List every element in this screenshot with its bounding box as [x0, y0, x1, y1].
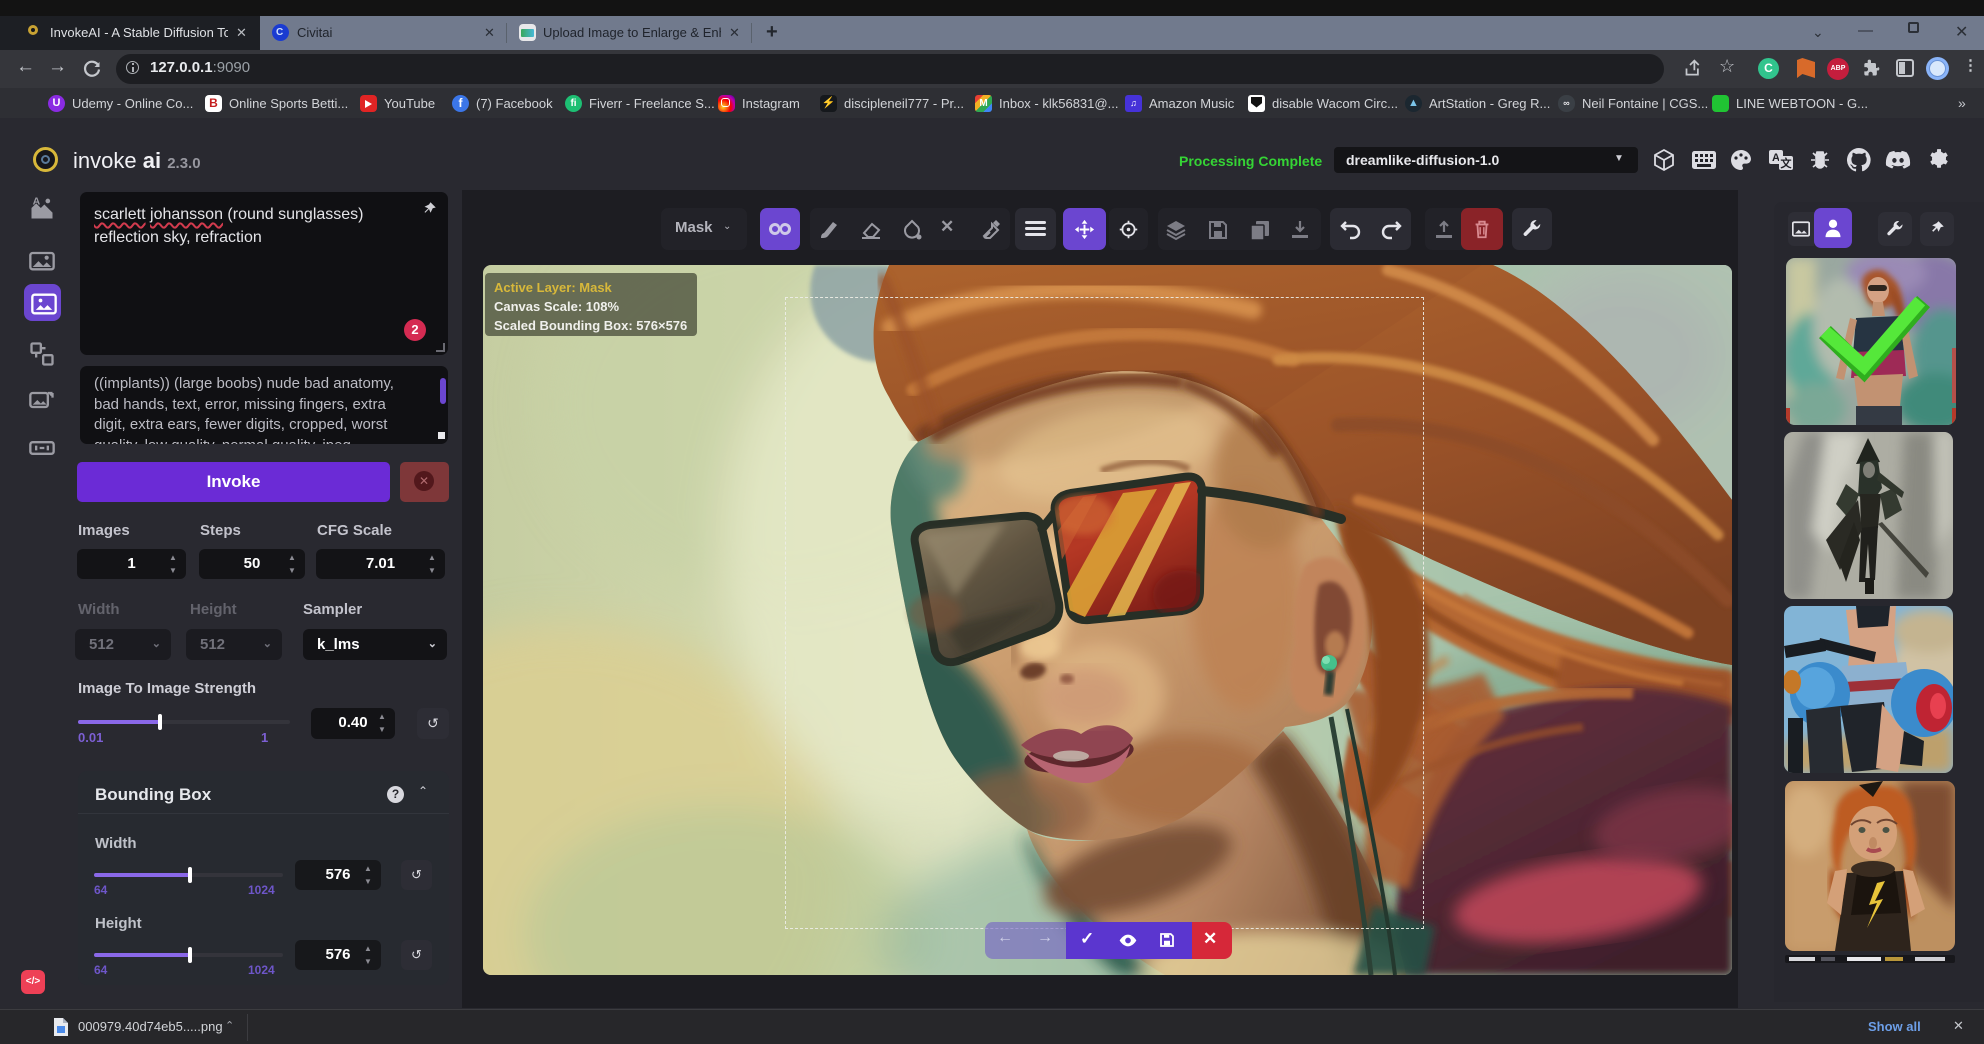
svg-text:A: A	[1772, 152, 1780, 164]
svg-text:文: 文	[1781, 156, 1793, 170]
